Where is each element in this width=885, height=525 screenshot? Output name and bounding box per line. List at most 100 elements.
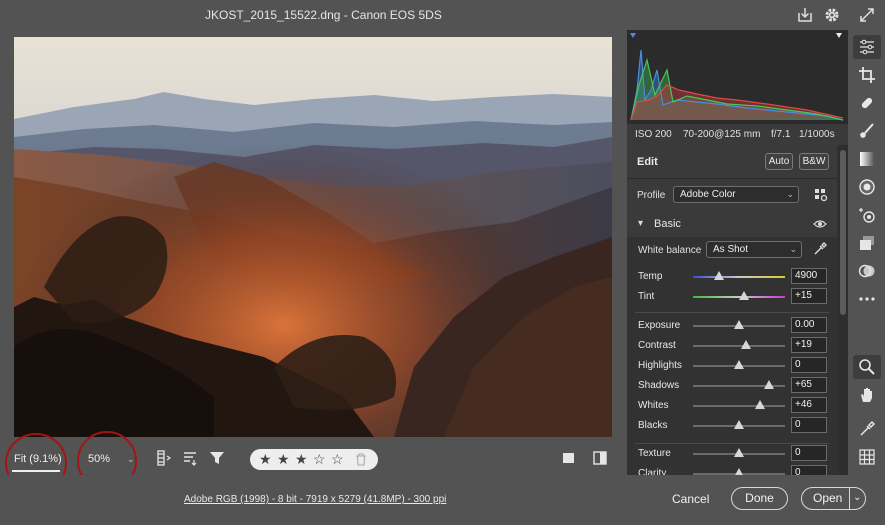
slider-row-clarity: Clarity 0 xyxy=(627,464,837,475)
slider-track[interactable] xyxy=(693,345,785,347)
slider-thumb[interactable] xyxy=(713,271,724,280)
radial-gradient-icon[interactable] xyxy=(858,178,876,196)
slider-value-input[interactable]: +65 xyxy=(791,377,827,393)
star-icon[interactable]: ★ xyxy=(259,451,272,467)
window-title: JKOST_2015_15522.dng - Canon EOS 5DS xyxy=(205,8,442,22)
chevron-down-icon: ⌄ xyxy=(786,189,794,199)
slider-row-exposure: Exposure 0.00 xyxy=(627,316,837,336)
gear-icon[interactable] xyxy=(823,6,841,24)
grid-icon[interactable] xyxy=(858,448,876,466)
rating-control[interactable]: ★ ★ ★ ☆ ☆ xyxy=(250,449,378,470)
slider-thumb[interactable] xyxy=(741,340,752,349)
profile-dropdown[interactable]: Adobe Color ⌄ xyxy=(673,186,799,203)
before-after-icon[interactable] xyxy=(592,450,608,466)
more-icon[interactable] xyxy=(858,290,876,308)
footer-bar: Adobe RGB (1998) - 8 bit - 7919 x 5279 (… xyxy=(0,475,885,525)
panel-scrollbar[interactable] xyxy=(840,150,846,315)
chevron-down-icon[interactable]: ▾ xyxy=(638,218,643,229)
slider-value-input[interactable]: 0 xyxy=(791,357,827,373)
open-button[interactable]: Open ⌄ xyxy=(801,487,866,510)
slider-value-input[interactable]: +46 xyxy=(791,397,827,413)
slider-thumb[interactable] xyxy=(755,400,766,409)
eyedropper-icon[interactable] xyxy=(813,242,827,256)
slider-thumb[interactable] xyxy=(764,380,775,389)
slider-label: Texture xyxy=(638,448,671,459)
edit-sliders-icon[interactable] xyxy=(858,38,876,56)
slider-row-tint: Tint +15 xyxy=(627,287,837,307)
filter-icon[interactable] xyxy=(209,450,225,466)
slider-label: Whites xyxy=(638,400,669,411)
color-sampler-icon[interactable] xyxy=(858,420,876,438)
edit-title: Edit xyxy=(637,156,658,168)
slider-row-highlights: Highlights 0 xyxy=(627,356,837,376)
slider-label: Clarity xyxy=(638,468,667,475)
basic-section-header[interactable]: ▾ Basic xyxy=(627,211,837,237)
slider-value-input[interactable]: +15 xyxy=(791,288,827,304)
done-button[interactable]: Done xyxy=(731,487,788,510)
shadow-clipping-icon[interactable] xyxy=(630,33,636,38)
linear-gradient-icon[interactable] xyxy=(858,150,876,168)
star-icon[interactable]: ★ xyxy=(295,451,308,467)
healing-icon[interactable] xyxy=(858,94,876,112)
eye-icon[interactable] xyxy=(813,219,827,229)
white-balance-dropdown[interactable]: As Shot ⌄ xyxy=(706,241,802,258)
presets-icon[interactable] xyxy=(858,262,876,280)
cancel-button[interactable]: Cancel xyxy=(672,492,709,506)
exif-lens: 70-200@125 mm xyxy=(683,129,761,140)
white-balance-label: White balance xyxy=(638,245,702,256)
star-icon[interactable]: ☆ xyxy=(331,451,344,467)
histogram xyxy=(627,30,848,124)
split-divider xyxy=(849,488,850,509)
slider-row-temp: Temp 4900 xyxy=(627,267,837,287)
workflow-options-link[interactable]: Adobe RGB (1998) - 8 bit - 7919 x 5279 (… xyxy=(184,494,446,505)
star-icon[interactable]: ☆ xyxy=(313,451,326,467)
trash-icon[interactable] xyxy=(355,453,367,466)
filmstrip-icon[interactable] xyxy=(155,450,171,466)
profile-browser-icon[interactable] xyxy=(814,188,828,202)
landscape-photo xyxy=(14,37,612,437)
slider-track[interactable] xyxy=(693,276,785,278)
slider-label: Temp xyxy=(638,271,663,282)
slider-value-input[interactable]: 4900 xyxy=(791,268,827,284)
profile-value: Adobe Color xyxy=(680,189,736,200)
slider-track[interactable] xyxy=(693,405,785,407)
slider-value-input[interactable]: +19 xyxy=(791,337,827,353)
divider xyxy=(635,443,829,444)
hand-icon[interactable] xyxy=(858,386,876,404)
slider-row-blacks: Blacks 0 xyxy=(627,416,837,436)
save-icon[interactable] xyxy=(796,6,814,24)
auto-button[interactable]: Auto xyxy=(765,153,793,170)
slider-value-input[interactable]: 0.00 xyxy=(791,317,827,333)
slider-thumb[interactable] xyxy=(734,448,744,457)
slider-thumb[interactable] xyxy=(734,420,744,429)
red-eye-icon[interactable] xyxy=(858,206,876,224)
exif-bar: ISO 200 70-200@125 mm f/7.1 1/1000s xyxy=(627,124,848,145)
open-button-label: Open xyxy=(813,491,843,505)
highlight-clipping-icon[interactable] xyxy=(836,33,842,38)
zoom-icon[interactable] xyxy=(858,358,876,376)
slider-thumb[interactable] xyxy=(734,360,744,369)
basic-section-title: Basic xyxy=(654,218,681,230)
slider-row-contrast: Contrast +19 xyxy=(627,336,837,356)
slider-value-input[interactable]: 0 xyxy=(791,465,827,475)
title-bar: JKOST_2015_15522.dng - Canon EOS 5DS xyxy=(0,0,885,30)
bw-button[interactable]: B&W xyxy=(799,153,829,170)
photo-canvas[interactable] xyxy=(14,37,612,437)
slider-row-texture: Texture 0 xyxy=(627,444,837,464)
slider-label: Highlights xyxy=(638,360,682,371)
slider-thumb[interactable] xyxy=(734,468,744,475)
crop-icon[interactable] xyxy=(858,66,876,84)
slider-value-input[interactable]: 0 xyxy=(791,417,827,433)
slider-thumb[interactable] xyxy=(738,291,749,300)
fullscreen-icon[interactable] xyxy=(858,6,876,24)
divider xyxy=(635,312,829,313)
chevron-down-icon[interactable]: ⌄ xyxy=(853,487,861,508)
sort-icon[interactable] xyxy=(182,450,198,466)
snapshots-icon[interactable] xyxy=(858,234,876,252)
star-icon[interactable]: ★ xyxy=(277,451,290,467)
slider-value-input[interactable]: 0 xyxy=(791,445,827,461)
slider-label: Tint xyxy=(638,291,655,302)
single-view-icon[interactable] xyxy=(562,451,576,465)
slider-thumb[interactable] xyxy=(734,320,744,329)
brush-icon[interactable] xyxy=(858,122,876,140)
